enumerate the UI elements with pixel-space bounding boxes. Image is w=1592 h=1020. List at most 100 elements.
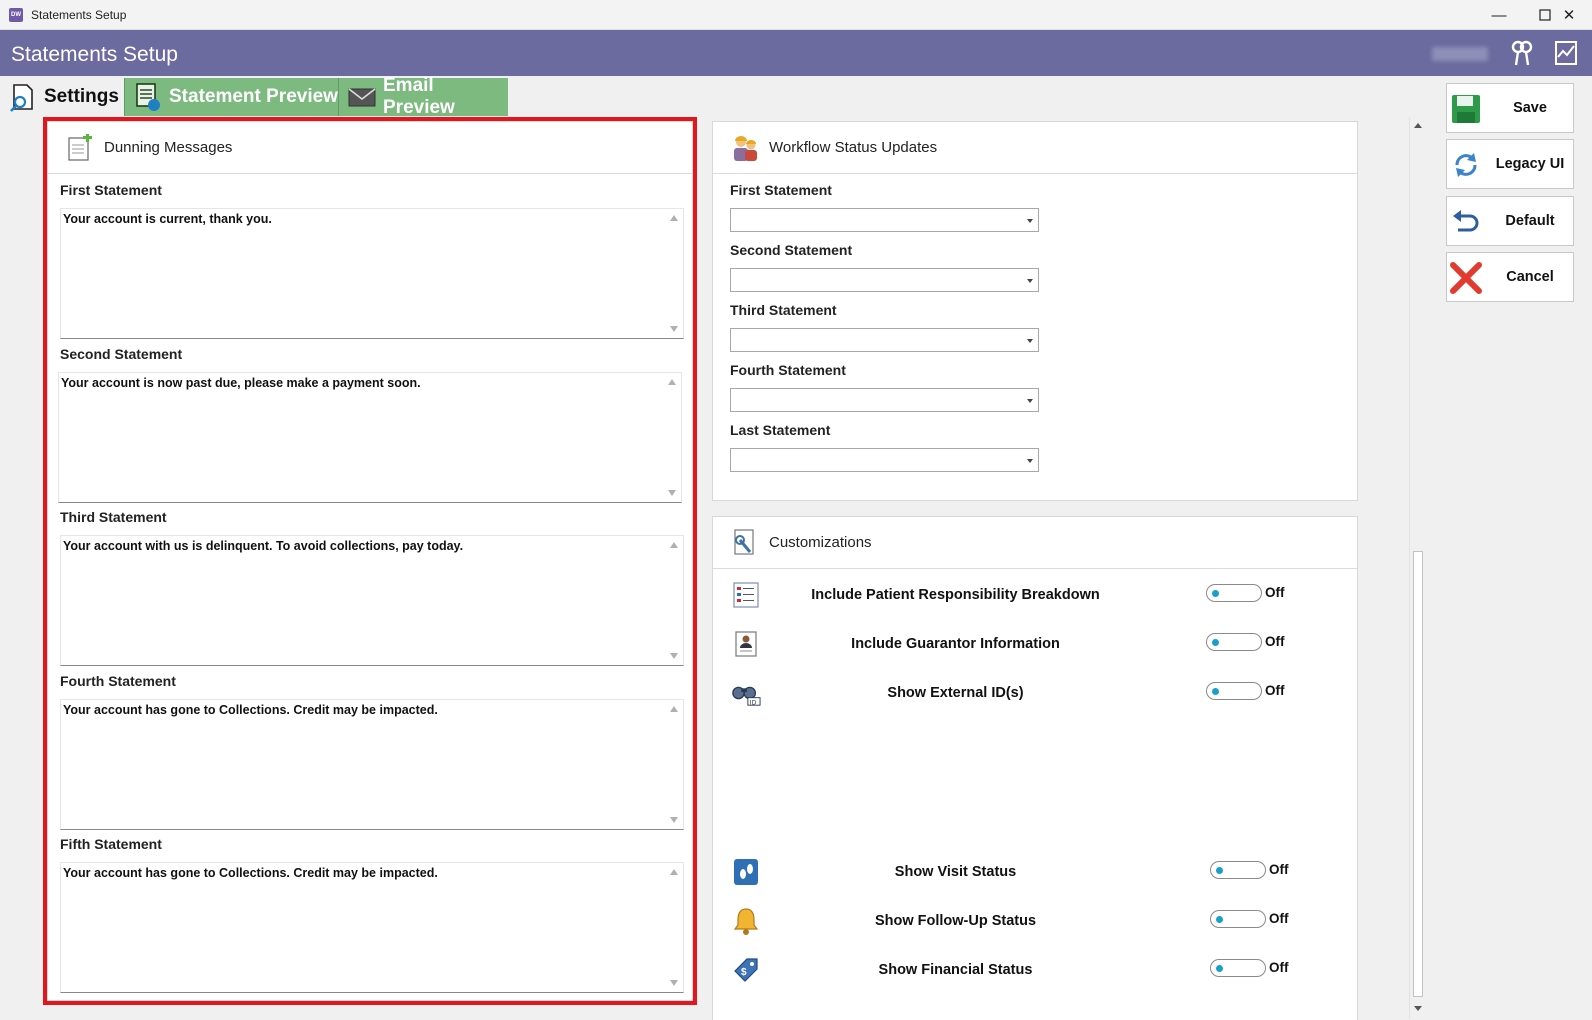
guarantor-icon	[731, 629, 761, 659]
page-title: Statements Setup	[11, 43, 178, 66]
app-icon: DW	[9, 8, 23, 22]
scroll-thumb[interactable]	[1413, 551, 1423, 997]
cancel-button[interactable]: Cancel	[1446, 252, 1574, 302]
wf-second-statement-label: Second Statement	[730, 242, 853, 258]
first-statement-label: First Statement	[60, 182, 162, 198]
textarea-scrollbar[interactable]	[666, 863, 683, 992]
envelope-icon	[347, 82, 377, 112]
fourth-statement-label: Fourth Statement	[60, 673, 176, 689]
tab-email-preview[interactable]: Email Preview	[338, 75, 508, 118]
third-statement-label: Third Statement	[60, 509, 167, 525]
main-scrollbar[interactable]	[1409, 117, 1426, 1019]
scroll-down-icon[interactable]	[1414, 1006, 1422, 1011]
fifth-statement-label: Fifth Statement	[60, 836, 162, 852]
textarea-scrollbar[interactable]	[664, 373, 681, 502]
textarea-scrollbar[interactable]	[666, 209, 683, 338]
wf-third-statement-select[interactable]	[730, 328, 1039, 352]
toggle-switch[interactable]	[1206, 584, 1262, 602]
toggle-switch[interactable]	[1210, 959, 1266, 977]
dunning-messages-panel: Dunning Messages First Statement Your ac…	[47, 121, 693, 1001]
toggle-switch[interactable]	[1210, 861, 1266, 879]
refresh-icon	[1449, 148, 1483, 182]
cust-label: Include Patient Responsibility Breakdown	[811, 587, 1100, 603]
tab-settings-label: Settings	[44, 86, 119, 107]
fourth-statement-message[interactable]: Your account has gone to Collections. Cr…	[60, 699, 684, 830]
toggle-switch[interactable]	[1206, 633, 1262, 651]
cust-label: Show External ID(s)	[887, 685, 1024, 701]
bell-icon	[731, 906, 761, 936]
textarea-scrollbar[interactable]	[666, 536, 683, 665]
toggle-state: Off	[1269, 911, 1289, 926]
add-document-icon	[65, 133, 95, 163]
cust-label: Include Guarantor Information	[851, 636, 1060, 652]
customizations-header: Customizations	[713, 517, 1357, 569]
report-chart-icon[interactable]	[1552, 39, 1580, 67]
chevron-down-icon	[1027, 279, 1033, 283]
workflow-status-header: Workflow Status Updates	[713, 122, 1357, 174]
document-wrench-icon	[730, 528, 760, 558]
cust-label: Show Financial Status	[878, 962, 1033, 978]
close-window-button[interactable]: ✕	[1546, 0, 1592, 30]
list-icon	[731, 580, 761, 610]
settings-search-icon	[8, 82, 38, 112]
undo-arrow-icon	[1449, 205, 1483, 239]
wf-second-statement-select[interactable]	[730, 268, 1039, 292]
workers-icon	[730, 133, 760, 163]
second-statement-label: Second Statement	[60, 346, 183, 362]
cust-row-external-ids: ID Show External ID(s) Off	[713, 673, 1359, 713]
cust-label: Show Visit Status	[894, 864, 1017, 880]
default-button[interactable]: Default	[1446, 196, 1574, 246]
toggle-switch[interactable]	[1210, 910, 1266, 928]
statement-preview-icon	[133, 82, 163, 112]
wf-last-statement-label: Last Statement	[730, 422, 831, 438]
price-tag-icon: $	[731, 955, 761, 985]
tab-settings[interactable]: Settings	[0, 78, 124, 116]
wf-first-statement-select[interactable]	[730, 208, 1039, 232]
textarea-scrollbar[interactable]	[666, 700, 683, 829]
legacy-ui-button[interactable]: Legacy UI	[1446, 139, 1574, 189]
cust-row-patient-responsibility: Include Patient Responsibility Breakdown…	[713, 575, 1359, 615]
window-title: Statements Setup	[31, 8, 127, 22]
cust-row-guarantor-info: Include Guarantor Information Off	[713, 624, 1359, 664]
wf-first-statement-label: First Statement	[730, 182, 832, 198]
toggle-state: Off	[1269, 960, 1289, 975]
minimize-button[interactable]: —	[1476, 0, 1522, 30]
window-titlebar: DW Statements Setup — ✕	[0, 0, 1592, 30]
scroll-up-icon[interactable]	[1414, 123, 1422, 128]
floppy-disk-icon	[1449, 92, 1483, 126]
chevron-down-icon	[1027, 339, 1033, 343]
customizations-title: Customizations	[769, 534, 872, 551]
cust-row-follow-up-status: Show Follow-Up Status Off	[713, 901, 1359, 941]
third-statement-message[interactable]: Your account with us is delinquent. To a…	[60, 535, 684, 666]
tab-statement-preview[interactable]: Statement Preview	[124, 78, 338, 116]
chevron-down-icon	[1027, 459, 1033, 463]
svg-text:$: $	[741, 967, 747, 978]
toggle-state: Off	[1265, 683, 1285, 698]
wf-last-statement-select[interactable]	[730, 448, 1039, 472]
footprints-icon	[731, 857, 761, 887]
cust-label: Show Follow-Up Status	[874, 913, 1037, 929]
toggle-state: Off	[1265, 634, 1285, 649]
dunning-messages-header: Dunning Messages	[48, 122, 692, 174]
red-x-icon	[1449, 261, 1483, 295]
tab-email-preview-label: Email Preview	[383, 75, 455, 118]
chevron-down-icon	[1027, 219, 1033, 223]
save-button[interactable]: Save	[1446, 83, 1574, 133]
fifth-statement-message[interactable]: Your account has gone to Collections. Cr…	[60, 862, 684, 993]
cust-row-visit-status: Show Visit Status Off	[713, 852, 1359, 892]
tab-bar: Settings Statement Preview Email Preview	[0, 75, 1430, 118]
tab-statement-preview-label: Statement Preview	[169, 86, 338, 107]
customizations-panel: Customizations Include Patient Responsib…	[712, 516, 1358, 1020]
keys-icon[interactable]	[1508, 39, 1536, 67]
wf-fourth-statement-select[interactable]	[730, 388, 1039, 412]
toggle-switch[interactable]	[1206, 682, 1262, 700]
wf-third-statement-label: Third Statement	[730, 302, 837, 318]
wf-fourth-statement-label: Fourth Statement	[730, 362, 846, 378]
workflow-status-title: Workflow Status Updates	[769, 139, 938, 156]
app-header: Statements Setup	[0, 30, 1592, 76]
second-statement-message[interactable]: Your account is now past due, please mak…	[58, 372, 682, 503]
first-statement-message[interactable]: Your account is current, thank you.	[60, 208, 684, 339]
binoculars-id-icon: ID	[731, 678, 761, 708]
toggle-state: Off	[1269, 862, 1289, 877]
workflow-status-panel: Workflow Status Updates First Statement …	[712, 121, 1358, 501]
